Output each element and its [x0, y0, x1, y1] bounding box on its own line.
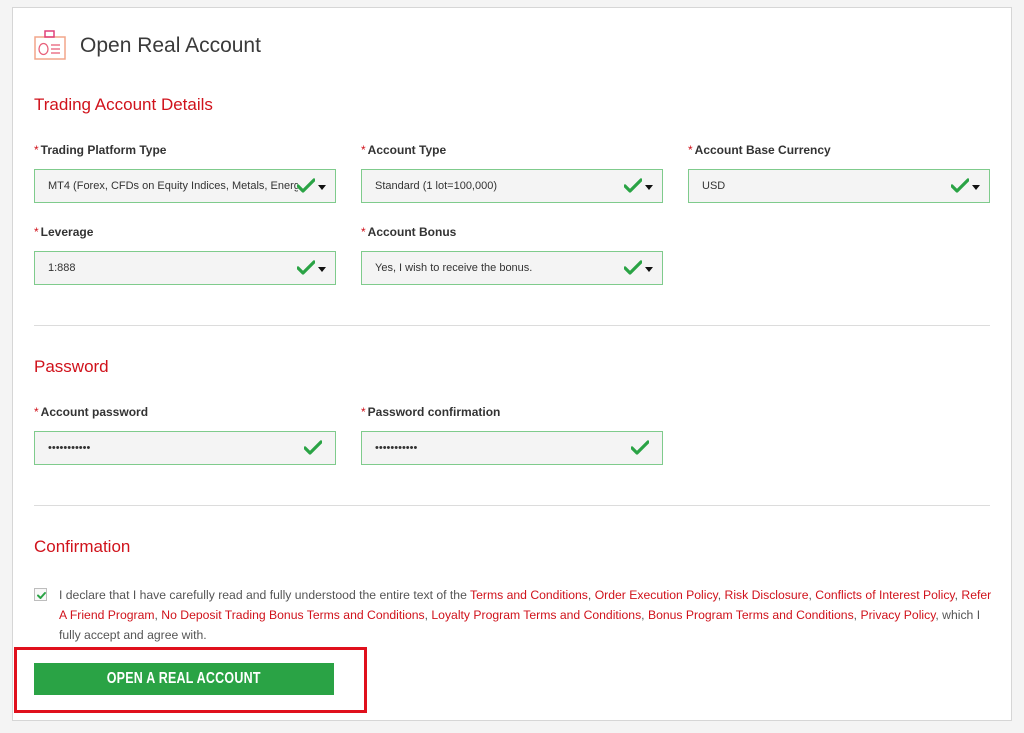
field-label: * Trading Platform Type	[34, 143, 167, 157]
field-account-bonus: * Account Bonus Yes, I wish to receive th…	[361, 224, 663, 285]
page-header: Open Real Account	[34, 30, 261, 62]
section-title-confirmation: Confirmation	[34, 537, 131, 556]
field-label: * Account Type	[361, 143, 447, 157]
link-conflicts-of-interest-policy[interactable]: Conflicts of Interest Policy	[815, 588, 954, 602]
account-type-select[interactable]: Standard (1 lot=100,000)	[361, 169, 663, 203]
chevron-down-icon	[645, 185, 653, 190]
divider	[34, 325, 990, 326]
field-base-currency: * Account Base Currency USD	[688, 142, 990, 203]
field-leverage: * Leverage 1:888	[34, 224, 336, 285]
open-account-card: Open Real Account Trading Account Detail…	[12, 7, 1012, 721]
page-title: Open Real Account	[80, 34, 261, 57]
password-confirmation-input[interactable]: •••••••••••	[361, 431, 663, 465]
leverage-select[interactable]: 1:888	[34, 251, 336, 285]
link-order-execution-policy[interactable]: Order Execution Policy	[595, 588, 718, 602]
check-icon	[304, 440, 322, 455]
confirmation-row: I declare that I have carefully read and…	[34, 585, 994, 645]
check-icon	[37, 592, 46, 599]
account-bonus-select[interactable]: Yes, I wish to receive the bonus.	[361, 251, 663, 285]
field-account-password: * Account password •••••••••••	[34, 404, 336, 465]
field-account-type: * Account Type Standard (1 lot=100,000)	[361, 142, 663, 203]
link-loyalty-program-terms[interactable]: Loyalty Program Terms and Conditions	[431, 608, 641, 622]
field-label: * Account Base Currency	[688, 143, 831, 157]
declaration-text: I declare that I have carefully read and…	[59, 588, 992, 642]
open-real-account-button[interactable]: OPEN A REAL ACCOUNT	[34, 663, 334, 695]
section-title-password: Password	[34, 357, 109, 376]
link-terms-and-conditions[interactable]: Terms and Conditions	[470, 588, 588, 602]
field-label: * Account Bonus	[361, 225, 457, 239]
field-label: * Leverage	[34, 225, 94, 239]
divider	[34, 505, 990, 506]
chevron-down-icon	[645, 267, 653, 272]
field-password-confirmation: * Password confirmation •••••••••••	[361, 404, 663, 465]
check-icon	[297, 178, 315, 193]
base-currency-select[interactable]: USD	[688, 169, 990, 203]
account-password-input[interactable]: •••••••••••	[34, 431, 336, 465]
trading-platform-select[interactable]: MT4 (Forex, CFDs on Equity Indices, Meta…	[34, 169, 336, 203]
link-privacy-policy[interactable]: Privacy Policy	[860, 608, 935, 622]
chevron-down-icon	[972, 185, 980, 190]
agree-checkbox[interactable]	[34, 588, 47, 601]
check-icon	[297, 260, 315, 275]
check-icon	[951, 178, 969, 193]
link-no-deposit-bonus-terms[interactable]: No Deposit Trading Bonus Terms and Condi…	[161, 608, 424, 622]
check-icon	[624, 260, 642, 275]
field-label: * Password confirmation	[361, 405, 501, 419]
section-title-trading: Trading Account Details	[34, 95, 213, 114]
id-card-icon	[34, 30, 66, 60]
check-icon	[631, 440, 649, 455]
field-trading-platform: * Trading Platform Type MT4 (Forex, CFDs …	[34, 142, 336, 203]
link-bonus-program-terms[interactable]: Bonus Program Terms and Conditions	[648, 608, 854, 622]
field-label: * Account password	[34, 405, 149, 419]
chevron-down-icon	[318, 185, 326, 190]
link-risk-disclosure[interactable]: Risk Disclosure	[725, 588, 809, 602]
check-icon	[624, 178, 642, 193]
chevron-down-icon	[318, 267, 326, 272]
